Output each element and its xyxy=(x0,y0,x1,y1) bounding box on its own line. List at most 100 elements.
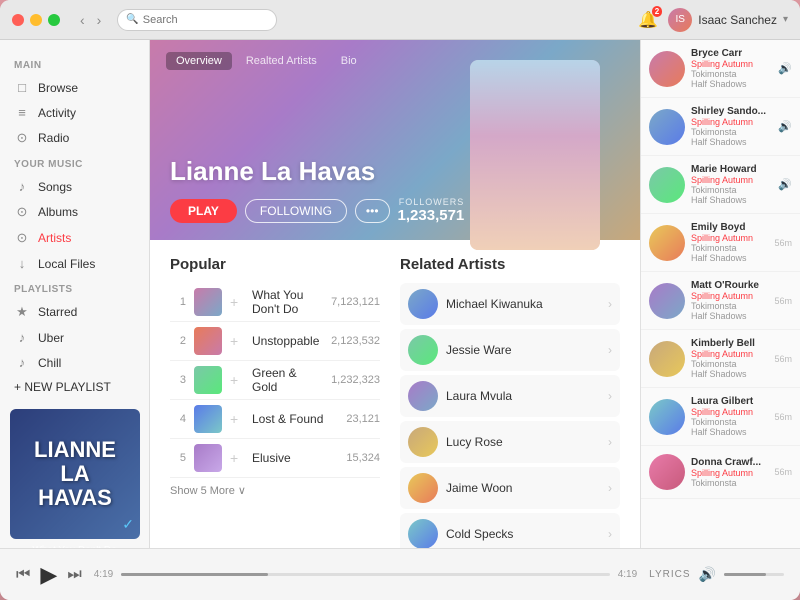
np-user: Laura Gilbert xyxy=(691,396,768,407)
progress-track[interactable] xyxy=(121,573,610,576)
list-item[interactable]: Donna Crawf... Spilling Autumn Tokimonst… xyxy=(641,446,800,499)
list-item[interactable]: Jessie Ware › xyxy=(400,329,620,371)
np-time: 56m xyxy=(774,467,792,477)
more-button[interactable]: ••• xyxy=(355,199,390,223)
table-row[interactable]: 5 + Elusive 15,324 xyxy=(170,439,380,478)
list-item[interactable]: Kimberly Bell Spilling Autumn Tokimonsta… xyxy=(641,330,800,388)
sidebar-item-label: Radio xyxy=(38,131,69,145)
search-input[interactable] xyxy=(143,14,269,26)
related-name: Jaime Woon xyxy=(446,481,608,495)
list-item[interactable]: Matt O'Rourke Spilling Autumn Tokimonsta… xyxy=(641,272,800,330)
albums-icon: ⊙ xyxy=(14,204,30,220)
list-item[interactable]: Laura Mvula › xyxy=(400,375,620,417)
list-item[interactable]: Shirley Sando... Spilling Autumn Tokimon… xyxy=(641,98,800,156)
artist-info: Lianne La Havas PLAY FOLLOWING ••• FOLLO… xyxy=(170,156,464,224)
avatar xyxy=(649,225,685,261)
sidebar-item-label: Songs xyxy=(38,180,72,194)
np-time: 56m xyxy=(774,238,792,248)
list-item[interactable]: Marie Howard Spilling Autumn Tokimonsta … xyxy=(641,156,800,214)
followers-count: 1,233,571 xyxy=(398,207,465,224)
play-pause-button[interactable]: ▶ xyxy=(40,562,57,588)
maximize-button[interactable] xyxy=(48,14,60,26)
sidebar-item-uber[interactable]: ♪ Uber xyxy=(0,325,149,350)
volume-slider[interactable] xyxy=(724,573,784,576)
notification-icon[interactable]: 🔔 2 xyxy=(638,10,658,30)
sidebar-item-albums[interactable]: ⊙ Albums xyxy=(0,199,149,225)
track-num: 1 xyxy=(170,296,186,308)
now-playing-album[interactable]: LIANNELAHAVAS ✓ xyxy=(10,409,140,539)
sidebar-item-activity[interactable]: ≡ Activity xyxy=(0,100,149,125)
player-right: LYRICS 🔊 xyxy=(649,566,784,583)
np-sub: Half Shadows xyxy=(691,427,768,437)
local-icon: ↓ xyxy=(14,256,30,271)
minimize-button[interactable] xyxy=(30,14,42,26)
avatar xyxy=(649,167,685,203)
list-item[interactable]: Michael Kiwanuka › xyxy=(400,283,620,325)
sound-icon: 🔊 xyxy=(778,62,792,75)
tab-overview[interactable]: Overview xyxy=(166,52,232,70)
avatar xyxy=(649,283,685,319)
chill-icon: ♪ xyxy=(14,355,30,370)
list-item[interactable]: Emily Boyd Spilling Autumn Tokimonsta Ha… xyxy=(641,214,800,272)
table-row[interactable]: 4 + Lost & Found 23,121 xyxy=(170,400,380,439)
add-icon[interactable]: + xyxy=(230,294,244,310)
show-more-button[interactable]: Show 5 More ∨ xyxy=(170,484,380,497)
related-name: Cold Specks xyxy=(446,527,608,541)
following-button[interactable]: FOLLOWING xyxy=(245,199,347,223)
play-button[interactable]: PLAY xyxy=(170,199,237,223)
add-icon[interactable]: + xyxy=(230,450,244,466)
search-bar[interactable]: 🔍 xyxy=(117,9,277,31)
tab-bio[interactable]: Bio xyxy=(331,52,367,70)
sidebar-item-radio[interactable]: ⊙ Radio xyxy=(0,125,149,151)
current-time: 4:19 xyxy=(94,569,113,580)
sidebar-item-artists[interactable]: ⊙ Artists xyxy=(0,225,149,251)
sidebar-item-starred[interactable]: ★ Starred xyxy=(0,299,149,325)
list-item[interactable]: Bryce Carr Spilling Autumn Tokimonsta Ha… xyxy=(641,40,800,98)
back-button[interactable]: ‹ xyxy=(76,10,89,30)
uber-icon: ♪ xyxy=(14,330,30,345)
sound-icon: 🔊 xyxy=(778,178,792,191)
user-info[interactable]: IS Isaac Sanchez ▾ xyxy=(668,8,788,32)
lyrics-button[interactable]: LYRICS xyxy=(649,569,690,580)
list-item[interactable]: Cold Specks › xyxy=(400,513,620,548)
track-thumb xyxy=(194,327,222,355)
add-icon[interactable]: + xyxy=(230,411,244,427)
list-item[interactable]: Jaime Woon › xyxy=(400,467,620,509)
album-text: LIANNELAHAVAS xyxy=(34,438,116,511)
player-progress: 4:19 4:19 xyxy=(94,569,637,580)
artist-thumb xyxy=(408,335,438,365)
chevron-right-icon: › xyxy=(608,389,612,403)
table-row[interactable]: 2 + Unstoppable 2,123,532 xyxy=(170,322,380,361)
volume-icon: 🔊 xyxy=(699,566,716,583)
sidebar-item-local[interactable]: ↓ Local Files xyxy=(0,251,149,276)
track-thumb xyxy=(194,405,222,433)
table-row[interactable]: 1 + What You Don't Do 7,123,121 xyxy=(170,283,380,322)
sidebar-item-label: Local Files xyxy=(38,257,95,271)
add-icon[interactable]: + xyxy=(230,333,244,349)
songs-icon: ♪ xyxy=(14,179,30,194)
chevron-right-icon: › xyxy=(608,343,612,357)
np-song: Spilling Autumn xyxy=(691,291,768,301)
sidebar-item-songs[interactable]: ♪ Songs xyxy=(0,174,149,199)
browse-icon: □ xyxy=(14,80,30,95)
list-item[interactable]: Laura Gilbert Spilling Autumn Tokimonsta… xyxy=(641,388,800,446)
prev-button[interactable]: ⏮ xyxy=(16,566,30,584)
np-time: 56m xyxy=(774,412,792,422)
related-title: Related Artists xyxy=(400,256,620,273)
tab-related[interactable]: Realted Artists xyxy=(236,52,327,70)
avatar xyxy=(649,109,685,145)
player-controls: ⏮ ▶ ⏭ xyxy=(16,562,82,588)
new-playlist-button[interactable]: + NEW PLAYLIST xyxy=(0,375,149,399)
table-row[interactable]: 3 + Green & Gold 1,232,323 xyxy=(170,361,380,400)
sidebar-item-label: Artists xyxy=(38,231,71,245)
list-item[interactable]: Lucy Rose › xyxy=(400,421,620,463)
track-name: Green & Gold xyxy=(252,366,323,394)
sidebar-item-browse[interactable]: □ Browse xyxy=(0,75,149,100)
add-icon[interactable]: + xyxy=(230,372,244,388)
close-button[interactable] xyxy=(12,14,24,26)
next-button[interactable]: ⏭ xyxy=(67,566,81,584)
forward-button[interactable]: › xyxy=(93,10,106,30)
np-info: Bryce Carr Spilling Autumn Tokimonsta Ha… xyxy=(691,48,772,89)
sidebar-item-chill[interactable]: ♪ Chill xyxy=(0,350,149,375)
avatar xyxy=(649,51,685,87)
